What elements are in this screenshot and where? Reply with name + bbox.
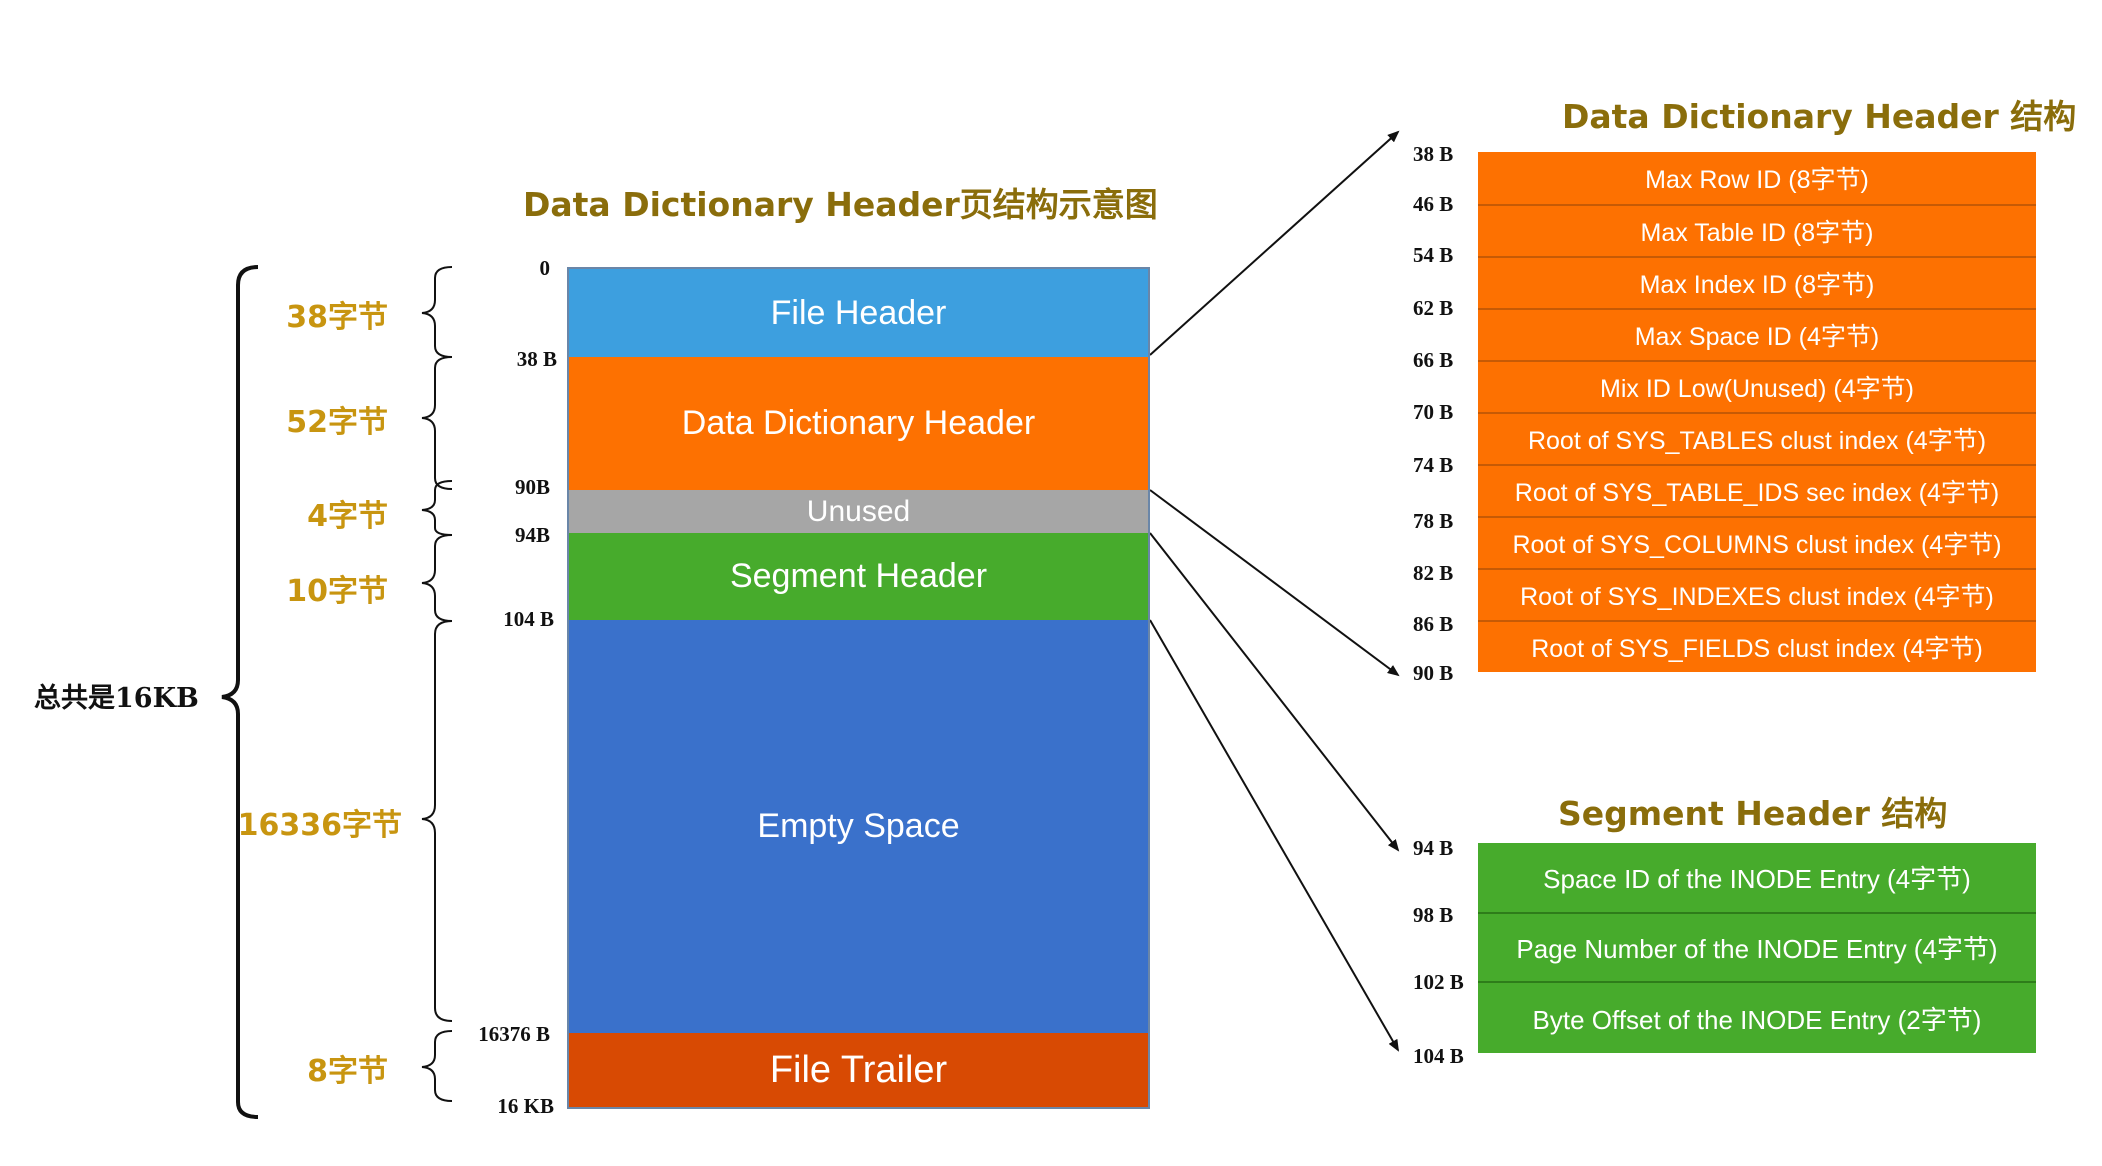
dd-offset-46: 46 B [1413, 192, 1454, 216]
brace-file-header [421, 266, 453, 358]
dd-offset-82: 82 B [1413, 561, 1454, 585]
page-offset-90: 90B [514, 475, 550, 499]
block-file-header: File Header [567, 267, 1150, 357]
block-dd-header-label: Data Dictionary Header [681, 404, 1036, 442]
dd-offset-62: 62 B [1413, 296, 1454, 320]
seg-field-page-number: Page Number of the INODE Entry (4字节) [1478, 912, 2036, 981]
dd-field-sys-columns-root: Root of SYS_COLUMNS clust index (4字节) [1478, 516, 2036, 568]
main-title: Data Dictionary Header页结构示意图 [523, 185, 1158, 224]
dd-offset-54: 54 B [1413, 243, 1454, 267]
seg-field-byte-offset: Byte Offset of the INODE Entry (2字节) [1478, 981, 2036, 1053]
total-size-label: 总共是16KB [34, 683, 199, 714]
size-dd-header: 52字节 [286, 405, 388, 440]
block-segment-header: Segment Header [567, 533, 1150, 620]
block-empty-space: Empty Space [567, 620, 1150, 1033]
arrow-to-dd-bottom [1149, 489, 1400, 677]
dd-field-sys-fields-root: Root of SYS_FIELDS clust index (4字节) [1478, 620, 2036, 672]
seg-field-space-id: Space ID of the INODE Entry (4字节) [1478, 843, 2036, 912]
block-dd-header: Data Dictionary Header [567, 357, 1150, 490]
dd-field-mix-id-low: Mix ID Low(Unused) (4字节) [1478, 360, 2036, 412]
page-offset-16kb: 16 KB [497, 1094, 554, 1118]
dd-field-sys-tables-root: Root of SYS_TABLES clust index (4字节) [1478, 412, 2036, 464]
seg-offset-94: 94 B [1413, 836, 1454, 860]
brace-empty-space [421, 620, 453, 1022]
dd-offset-66: 66 B [1413, 348, 1454, 372]
size-empty-space: 16336字节 [237, 808, 402, 843]
segment-structure-title: Segment Header 结构 [1558, 794, 1948, 833]
block-file-trailer-label: File Trailer [769, 1048, 948, 1091]
dd-structure-title: Data Dictionary Header 结构 [1562, 97, 2077, 136]
block-segment-header-label: Segment Header [729, 557, 988, 595]
dd-field-max-row-id: Max Row ID (8字节) [1478, 152, 2036, 204]
dd-field-max-space-id: Max Space ID (4字节) [1478, 308, 2036, 360]
block-file-trailer: File Trailer [567, 1033, 1150, 1109]
block-unused: Unused [567, 490, 1150, 533]
dd-field-max-index-id: Max Index ID (8字节) [1478, 256, 2036, 308]
dd-offset-86: 86 B [1413, 612, 1454, 636]
seg-offset-104: 104 B [1413, 1044, 1464, 1068]
page-offset-38: 38 B [516, 347, 557, 371]
size-file-trailer: 8字节 [307, 1054, 388, 1089]
page-offset-16376: 16376 B [478, 1022, 550, 1046]
arrow-to-dd-top [1149, 130, 1400, 356]
block-empty-space-label: Empty Space [757, 807, 960, 845]
size-segment-header: 10字节 [286, 574, 388, 609]
dd-field-sys-indexes-root: Root of SYS_INDEXES clust index (4字节) [1478, 568, 2036, 620]
brace-dd-header [421, 356, 453, 490]
total-brace [221, 265, 259, 1119]
page-offset-104: 104 B [503, 607, 554, 631]
dd-offset-90: 90 B [1413, 661, 1454, 685]
arrow-to-seg-top [1149, 532, 1400, 852]
dd-offset-38: 38 B [1413, 142, 1454, 166]
brace-file-trailer [421, 1030, 453, 1102]
brace-segment-header [421, 534, 453, 622]
seg-offset-102: 102 B [1413, 970, 1464, 994]
dd-offset-74: 74 B [1413, 453, 1454, 477]
dd-field-sys-table-ids-root: Root of SYS_TABLE_IDS sec index (4字节) [1478, 464, 2036, 516]
size-file-header: 38字节 [286, 300, 388, 335]
page-offset-0: 0 [539, 256, 551, 280]
seg-offset-98: 98 B [1413, 903, 1454, 927]
dd-field-max-table-id: Max Table ID (8字节) [1478, 204, 2036, 256]
size-unused: 4字节 [307, 499, 388, 534]
arrow-to-seg-bottom [1149, 619, 1399, 1052]
block-file-header-label: File Header [770, 293, 947, 332]
dd-offset-70: 70 B [1413, 400, 1454, 424]
dd-offset-78: 78 B [1413, 509, 1454, 533]
block-unused-label: Unused [806, 494, 911, 528]
page-offset-94: 94B [514, 523, 550, 547]
